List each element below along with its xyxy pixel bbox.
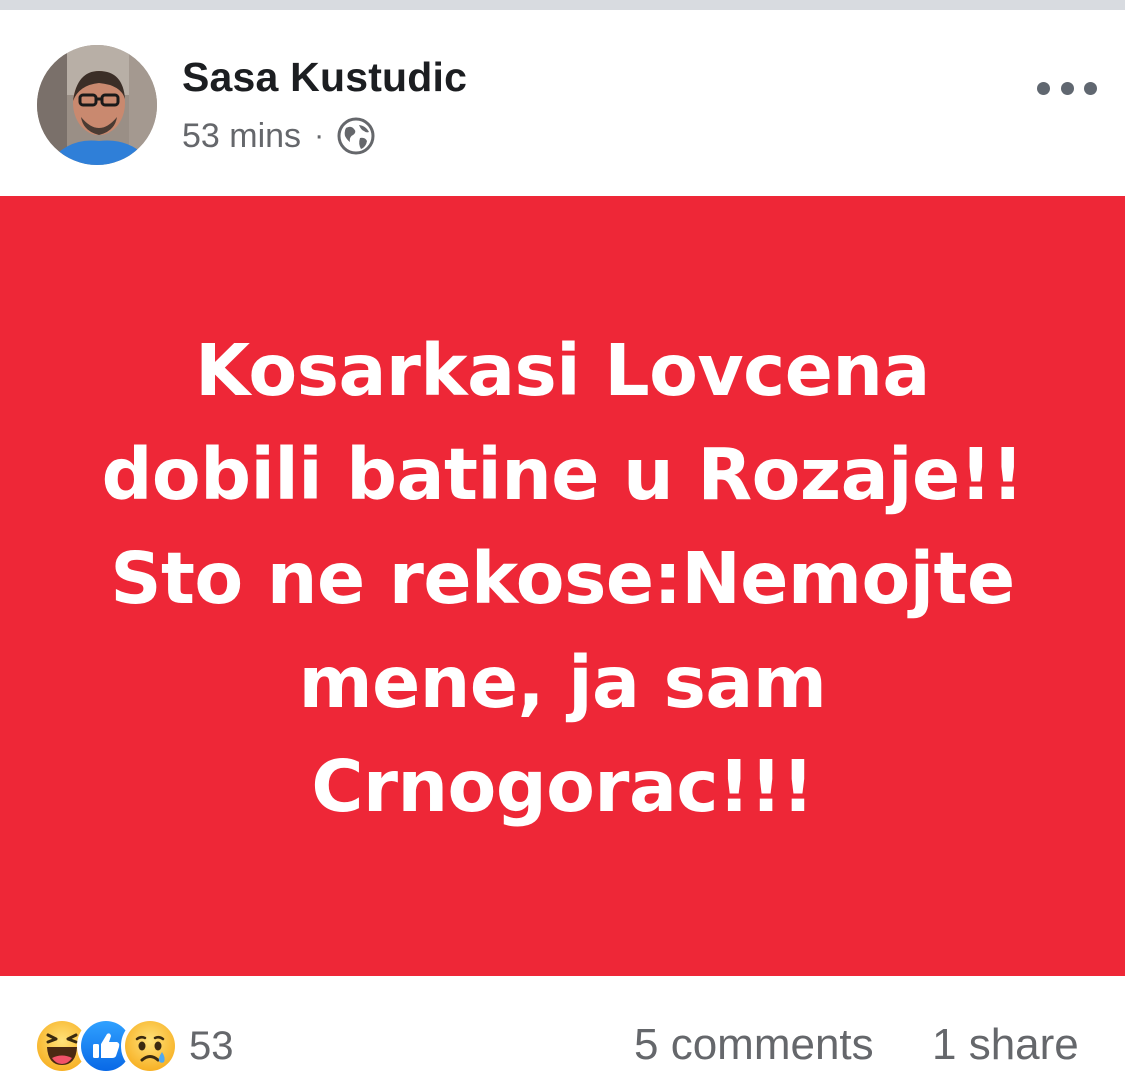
- more-options-dot: [1084, 81, 1097, 95]
- post-text-line: Crnogorac!!!: [311, 744, 814, 828]
- post-meta: 53 mins ·: [182, 114, 376, 158]
- meta-separator: ·: [314, 119, 325, 152]
- text-post-card[interactable]: Kosarkasi Lovcena dobili batine u Rozaje…: [0, 196, 1125, 976]
- post-text-line: dobili batine u Rozaje!!: [101, 432, 1024, 516]
- post-text: Kosarkasi Lovcena dobili batine u Rozaje…: [63, 319, 1063, 839]
- more-options-icon[interactable]: [1037, 68, 1097, 108]
- sad-reaction-icon: [121, 1017, 179, 1075]
- reaction-count: 53: [189, 1023, 234, 1068]
- top-divider: [0, 0, 1125, 10]
- post-timestamp[interactable]: 53 mins: [182, 117, 301, 156]
- post-text-line: mene, ja sam: [298, 640, 827, 724]
- reactions-summary[interactable]: 53: [33, 1017, 234, 1075]
- author-name[interactable]: Sasa Kustudic: [182, 54, 467, 101]
- shares-count-link[interactable]: 1 share: [932, 1020, 1079, 1070]
- globe-icon[interactable]: [336, 116, 376, 156]
- comments-count-link[interactable]: 5 comments: [634, 1020, 874, 1070]
- post-text-line: Kosarkasi Lovcena: [195, 328, 930, 412]
- author-avatar[interactable]: [37, 45, 157, 165]
- post-header: Sasa Kustudic 53 mins ·: [0, 10, 1125, 196]
- post-footer: 53 5 comments 1 share: [0, 976, 1125, 1091]
- more-options-dot: [1037, 81, 1050, 95]
- more-options-dot: [1060, 81, 1074, 95]
- post-text-line: Sto ne rekose:Nemojte: [110, 536, 1015, 620]
